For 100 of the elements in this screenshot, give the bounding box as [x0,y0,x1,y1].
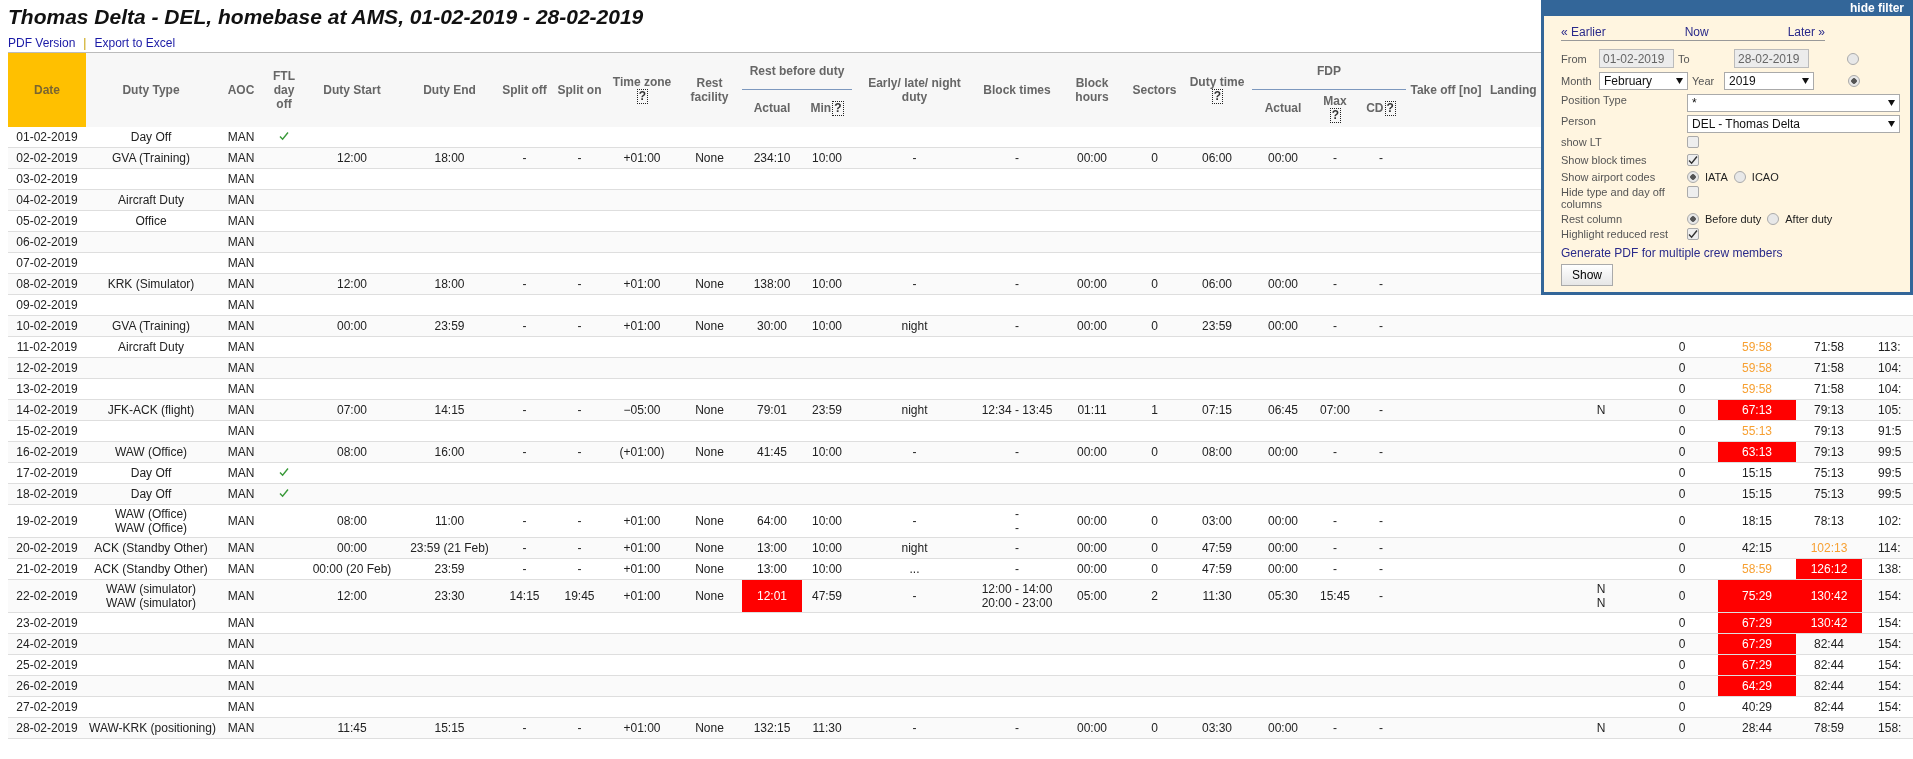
table-cell: 06:00 [1182,147,1252,169]
radio-button[interactable] [1687,171,1699,183]
table-cell: 11:30 [1182,579,1252,613]
table-cell: 12:01 [742,579,802,613]
table-cell: None [677,717,742,739]
table-cell: - [552,558,607,580]
table-cell: 11-02-2019 [8,336,86,358]
column-header[interactable]: Sectors [1127,52,1182,127]
column-header[interactable]: Block hours [1057,52,1127,127]
table-cell: 00:00 [1057,441,1127,463]
export-link[interactable]: Export to Excel [94,36,176,50]
field-label: Month [1561,75,1593,87]
table-cell: 15:45 [1314,579,1356,613]
table-cell: +01:00 [607,537,677,559]
table-cell: 23:59 (21 Feb) [402,537,497,559]
table-cell: night [852,315,977,337]
table-cell: MAN [216,210,266,232]
table-cell: GVA (Training) [86,315,216,337]
table-cell: - [1314,504,1356,538]
table-cell: MAN [216,675,266,697]
help-mark[interactable]: ? [832,100,844,116]
column-header[interactable]: Split on [552,52,607,127]
column-header[interactable]: Take off [no] [1406,52,1487,127]
radio-button[interactable] [1767,213,1780,225]
radio-button[interactable] [1847,52,1859,65]
column-header[interactable]: Rest facility [677,52,742,127]
checkbox[interactable] [1687,154,1699,166]
table-cell: 0 [1646,504,1719,538]
table-cell: MAN [216,654,266,676]
table-cell: 10-02-2019 [8,315,86,337]
table-cell: - [497,441,552,463]
radio-button[interactable] [1687,213,1699,225]
show-button[interactable]: Show [1561,264,1614,286]
table-cell: 08:00 [302,504,402,538]
radio-button[interactable] [1733,171,1746,183]
column-header[interactable]: Split off [497,52,552,127]
period-nav-link[interactable]: « Earlier [1561,25,1606,39]
generate-pdf-link[interactable]: Generate PDF for multiple crew members [1561,246,1900,260]
table-cell: +01:00 [607,558,677,580]
table-cell: None [677,579,742,613]
dropdown-select[interactable]: DEL - Thomas Delta [1687,115,1900,133]
column-label: Date [34,82,60,97]
column-header[interactable]: Time zone ? [607,52,677,127]
table-cell: 21-02-2019 [8,558,86,580]
table-cell: 154: [1862,612,1913,634]
column-header[interactable]: Duty Type [86,52,216,127]
month-select[interactable]: February [1599,72,1688,90]
table-cell: 23-02-2019 [8,612,86,634]
table-cell: 113: [1862,336,1913,358]
help-mark[interactable]: ? [1211,89,1224,104]
option-label: ICAO [1751,171,1779,183]
table-cell: - [977,717,1057,739]
help-mark[interactable]: ? [1384,100,1396,116]
table-cell: 17-02-2019 [8,462,86,484]
date-field[interactable]: 01-02-2019 [1599,49,1674,68]
checkbox[interactable] [1687,136,1699,148]
radio-button[interactable] [1848,75,1860,87]
column-header[interactable]: Duty End [402,52,497,127]
table-cell: 154: [1862,675,1913,697]
table-cell: 114: [1862,537,1913,559]
table-cell: 138:00 [742,273,802,295]
help-mark[interactable]: ? [1329,107,1342,123]
checkbox[interactable] [1687,228,1699,240]
table-cell: 75:13 [1796,462,1863,484]
table-cell: 16:00 [402,441,497,463]
column-header[interactable]: Duty Start [302,52,402,127]
field-label: Show block times [1561,154,1648,166]
table-cell: 12:00 [302,273,402,295]
table-cell: MAN [216,294,266,316]
date-field[interactable]: 28-02-2019 [1734,49,1809,68]
checkbox[interactable] [1687,186,1699,198]
column-header[interactable]: Block times [977,52,1057,127]
table-cell: - [552,273,607,295]
table-cell: +01:00 [607,315,677,337]
table-cell: 130:42 [1796,612,1863,634]
table-cell: 0 [1646,357,1719,379]
period-nav-link[interactable]: Now [1684,25,1709,39]
dropdown-select[interactable]: * [1687,94,1900,112]
column-header[interactable]: Early/ late/ night duty [852,52,977,127]
table-cell: 82:44 [1796,696,1863,718]
year-select[interactable]: 2019 [1724,72,1814,90]
table-cell: - [552,717,607,739]
table-cell: 26-02-2019 [8,675,86,697]
table-cell: 75:13 [1796,483,1863,505]
table-cell: KRK (Simulator) [86,273,216,295]
column-header[interactable]: FTL day off [266,52,302,127]
table-cell: 18:00 [402,147,497,169]
table-cell: 14-02-2019 [8,399,86,421]
hide-filter-link[interactable]: hide filter [1850,1,1904,15]
help-mark[interactable]: ? [636,89,649,104]
column-header[interactable]: Duty time ? [1182,52,1252,127]
column-header[interactable]: AOC [216,52,266,127]
export-link[interactable]: PDF Version [8,36,76,50]
table-cell: 59:58 [1718,378,1797,400]
column-label: Rest before duty [749,64,845,78]
table-cell: (+01:00) [607,441,677,463]
table-cell: 01:11 [1057,399,1127,421]
table-cell: 15:15 [1718,462,1797,484]
table-cell: 0 [1646,717,1719,739]
period-nav-link[interactable]: Later » [1787,25,1825,39]
